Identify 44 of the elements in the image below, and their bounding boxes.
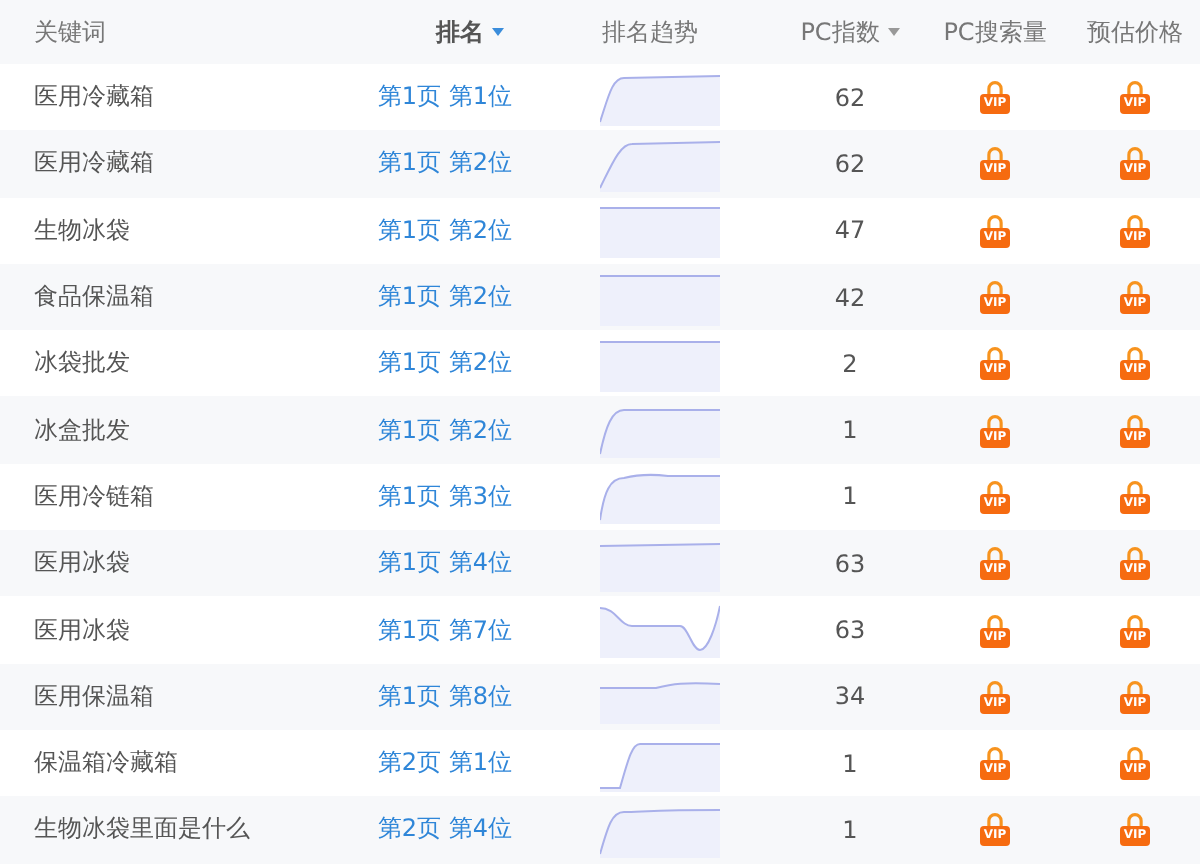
index-value: 2 — [842, 349, 858, 378]
rank-link[interactable]: 第1页 第3位 — [377, 479, 512, 514]
rank-link[interactable]: 第1页 第1位 — [377, 80, 512, 115]
keyword-text: 医用冰袋 — [34, 613, 130, 648]
rank-link[interactable]: 第2页 第4位 — [377, 812, 512, 847]
keyword-text: 医用冷藏箱 — [34, 80, 154, 115]
index-value: 1 — [842, 416, 858, 445]
keyword-text: 医用冰袋 — [34, 546, 130, 581]
index-value: 1 — [842, 749, 858, 778]
index-value: 1 — [842, 482, 858, 511]
rank-link[interactable]: 第1页 第4位 — [377, 546, 512, 581]
column-header: 预估价格 — [1087, 15, 1183, 49]
rank-link[interactable]: 第1页 第2位 — [377, 346, 512, 381]
keyword-text: 食品保温箱 — [34, 280, 154, 315]
keyword-text: 生物冰袋里面是什么 — [34, 812, 250, 847]
index-value: 62 — [834, 83, 866, 112]
sortable-column-header[interactable]: PC指数 — [800, 15, 880, 49]
rank-link[interactable]: 第1页 第2位 — [377, 280, 512, 315]
sortable-column-header[interactable]: 排名 — [436, 15, 484, 49]
sort-caret-icon[interactable] — [887, 28, 900, 36]
rank-link[interactable]: 第1页 第2位 — [377, 413, 512, 448]
column-header: 关键词 — [34, 15, 106, 49]
index-value: 62 — [834, 149, 866, 178]
keyword-text: 医用冷链箱 — [34, 479, 154, 514]
keyword-text: 冰袋批发 — [34, 346, 130, 381]
rank-link[interactable]: 第1页 第8位 — [377, 679, 512, 714]
keyword-text: 生物冰袋 — [34, 213, 130, 248]
index-value: 42 — [834, 283, 866, 312]
keyword-text: 保温箱冷藏箱 — [34, 746, 178, 781]
index-value: 1 — [842, 815, 858, 844]
rank-link[interactable]: 第1页 第2位 — [377, 213, 512, 248]
keyword-text: 医用冷藏箱 — [34, 146, 154, 181]
column-header: PC搜索量 — [943, 15, 1047, 49]
rank-link[interactable]: 第2页 第1位 — [377, 746, 512, 781]
rank-link[interactable]: 第1页 第7位 — [377, 613, 512, 648]
keyword-text: 冰盒批发 — [34, 413, 130, 448]
index-value: 63 — [834, 616, 866, 645]
keyword-text: 医用保温箱 — [34, 679, 154, 714]
index-value: 34 — [834, 682, 866, 711]
sort-caret-icon[interactable] — [492, 28, 504, 36]
rank-link[interactable]: 第1页 第2位 — [377, 146, 512, 181]
index-value: 63 — [834, 549, 866, 578]
column-header: 排名趋势 — [602, 15, 698, 49]
index-value: 47 — [834, 216, 866, 245]
